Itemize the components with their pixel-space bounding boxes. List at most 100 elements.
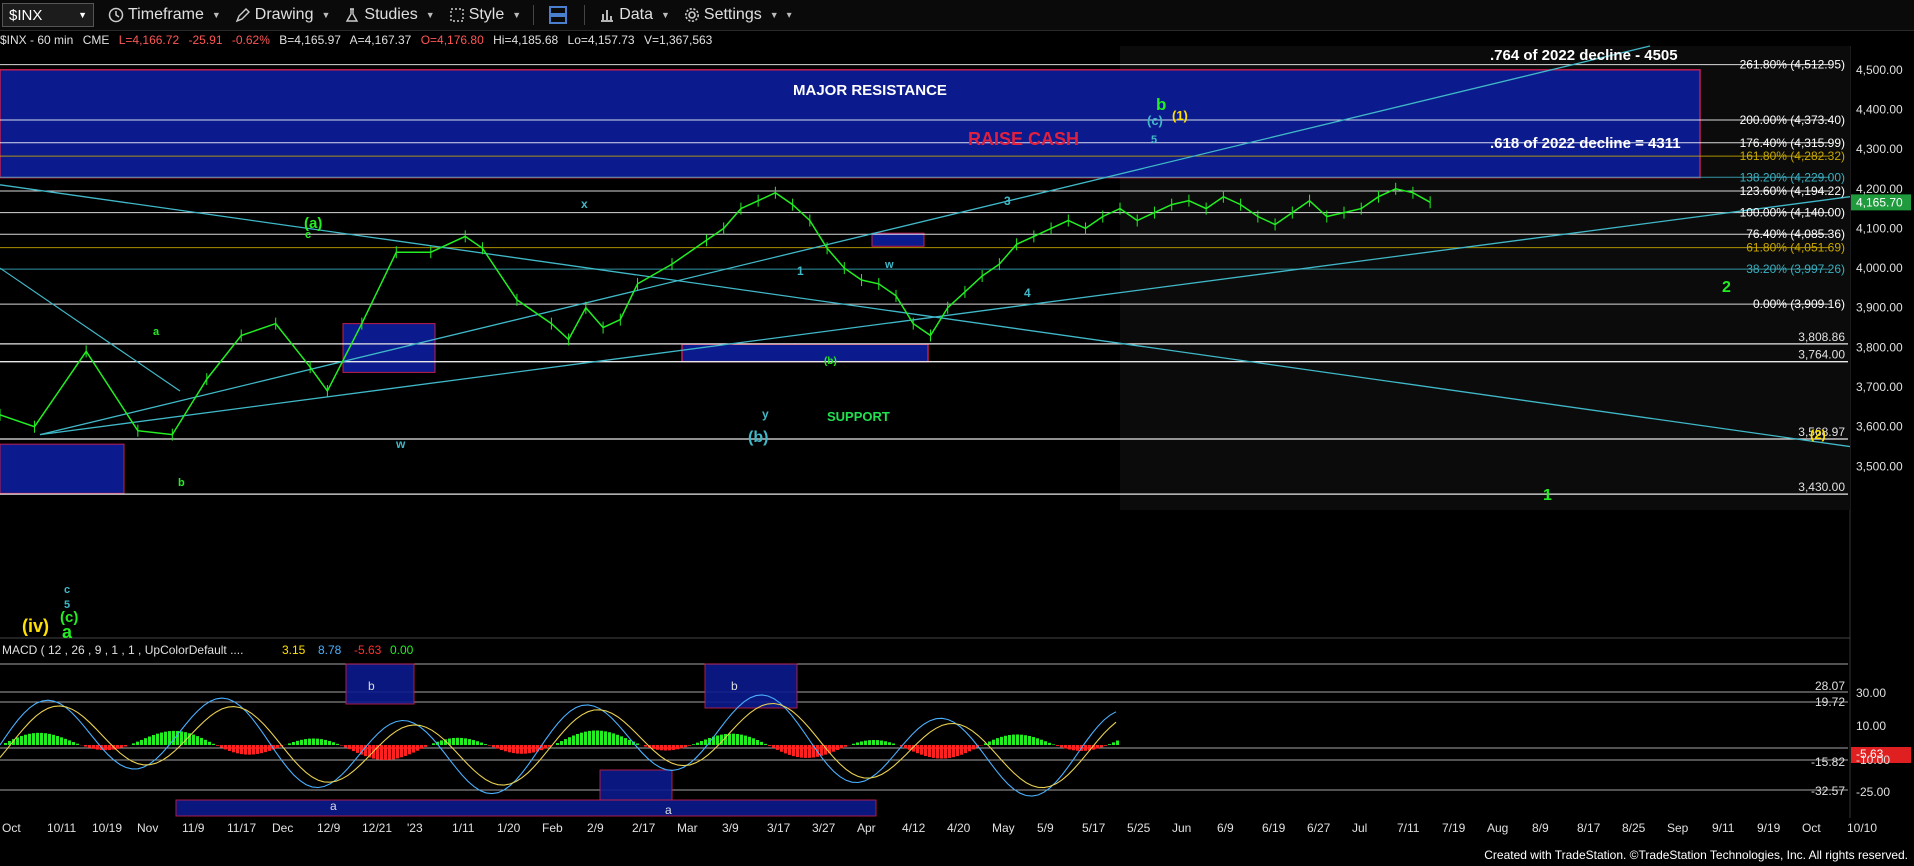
macd-histogram-bar (28, 733, 31, 745)
macd-histogram-bar (152, 734, 155, 745)
macd-histogram-bar (488, 745, 491, 746)
x-tick-label: Oct (2, 821, 21, 835)
macd-histogram-bar (140, 739, 143, 745)
macd-histogram-bar (440, 740, 443, 745)
macd-histogram-bar (624, 738, 627, 745)
x-tick-label: 4/12 (902, 821, 926, 835)
macd-histogram-bar (160, 732, 163, 745)
macd-scale-label: 30.00 (1856, 686, 1886, 700)
macd-scale-label: -10.00 (1856, 753, 1890, 767)
fib-label: 0.00% (3,909.16) (1753, 297, 1845, 311)
macd-histogram-bar (1096, 745, 1099, 749)
macd-scale-label: -25.00 (1856, 785, 1890, 799)
level-label: 3,764.00 (1798, 348, 1845, 362)
macd-histogram-bar (932, 745, 935, 758)
macd-histogram-bar (752, 738, 755, 745)
x-tick-label: 10/19 (92, 821, 122, 835)
macd-histogram-bar (1100, 745, 1103, 748)
macd-histogram-bar (684, 745, 687, 748)
macd-histogram-bar (56, 735, 59, 745)
macd-histogram-bar (736, 733, 739, 745)
macd-histogram-bar (144, 738, 147, 745)
macd-histogram-bar (728, 733, 731, 745)
x-tick-label: 1/20 (497, 821, 521, 835)
wave-label: w (395, 437, 406, 451)
wave-label: 5 (1151, 134, 1157, 146)
macd-histogram-bar (312, 738, 315, 745)
macd-histogram-bar (592, 730, 595, 745)
macd-histogram-bar (120, 745, 123, 748)
fib-label: 61.80% (4,051.69) (1746, 241, 1845, 255)
macd-scale-label: 28.07 (1815, 679, 1845, 693)
macd-histogram-bar (192, 734, 195, 745)
macd-histogram-bar (1072, 745, 1075, 751)
macd-histogram-bar (240, 745, 243, 755)
macd-histogram-bar (940, 745, 943, 759)
macd-histogram-bar (572, 735, 575, 745)
price-chart[interactable]: 261.80% (4,512.95)200.00% (4,373.40)176.… (0, 0, 1914, 866)
x-tick-label: Nov (137, 821, 158, 835)
macd-histogram-bar (60, 737, 63, 745)
macd-histogram-bar (768, 745, 771, 746)
macd-histogram-bar (868, 740, 871, 745)
macd-histogram-bar (656, 745, 659, 750)
macd-histogram-bar (36, 732, 39, 745)
y-tick-label: 4,300.00 (1856, 142, 1903, 156)
macd-histogram-bar (316, 738, 319, 745)
macd-histogram-bar (148, 736, 151, 745)
macd-scale-label: -32.57 (1811, 784, 1845, 798)
level-label: 3,808.86 (1798, 330, 1845, 344)
macd-box (599, 769, 673, 801)
y-tick-label: 3,600.00 (1856, 420, 1903, 434)
macd-histogram-bar (1064, 745, 1067, 749)
macd-histogram-bar (664, 745, 667, 751)
macd-histogram-bar (332, 742, 335, 745)
x-tick-label: 5/17 (1082, 821, 1106, 835)
macd-histogram-bar (472, 740, 475, 745)
macd-histogram-bar (16, 737, 19, 745)
macd-histogram-bar (308, 738, 311, 745)
macd-histogram-bar (396, 745, 399, 759)
wave-label: (1) (1172, 108, 1188, 123)
support-zone (681, 343, 929, 363)
macd-histogram-bar (1024, 735, 1027, 745)
macd-histogram-bar (292, 742, 295, 745)
macd-histogram-bar (844, 745, 847, 747)
macd-histogram-bar (464, 738, 467, 745)
macd-histogram-bar (740, 734, 743, 745)
wave-label: 1 (1543, 487, 1552, 504)
macd-histogram-bar (356, 745, 359, 753)
y-tick-label: 4,100.00 (1856, 221, 1903, 235)
macd-histogram-bar (704, 739, 707, 745)
x-tick-label: 7/19 (1442, 821, 1466, 835)
macd-histogram-bar (1004, 735, 1007, 745)
macd-histogram-bar (76, 743, 79, 745)
macd-histogram-bar (1112, 742, 1115, 745)
x-tick-label: 11/9 (182, 821, 205, 835)
macd-histogram-bar (788, 745, 791, 755)
macd-histogram-bar (228, 745, 231, 751)
fib-label: 123.60% (4,194.22) (1740, 184, 1845, 198)
x-tick-label: 3/17 (767, 821, 791, 835)
macd-histogram-bar (616, 734, 619, 745)
macd-histogram-bar (1008, 735, 1011, 745)
fib-label: 200.00% (4,373.40) (1740, 113, 1845, 127)
y-tick-label: 3,800.00 (1856, 340, 1903, 354)
wave-label: a (62, 622, 73, 642)
macd-histogram-bar (116, 745, 119, 749)
x-tick-label: 3/9 (722, 821, 739, 835)
x-tick-label: 6/27 (1307, 821, 1331, 835)
last-price-label: 4,165.70 (1856, 195, 1903, 209)
annotation-raise-cash: RAISE CASH (968, 129, 1079, 149)
macd-histogram-bar (200, 737, 203, 745)
macd-histogram-bar (492, 745, 495, 748)
macd-histogram-bar (600, 730, 603, 745)
macd-histogram-bar (1060, 745, 1063, 748)
wave-label: c (305, 229, 311, 241)
macd-histogram-bar (836, 745, 839, 751)
macd-histogram-bar (220, 745, 223, 748)
macd-histogram-bar (908, 745, 911, 750)
macd-histogram-bar (156, 733, 159, 745)
annotation-support: SUPPORT (827, 409, 890, 424)
x-tick-label: 10/11 (47, 821, 76, 835)
